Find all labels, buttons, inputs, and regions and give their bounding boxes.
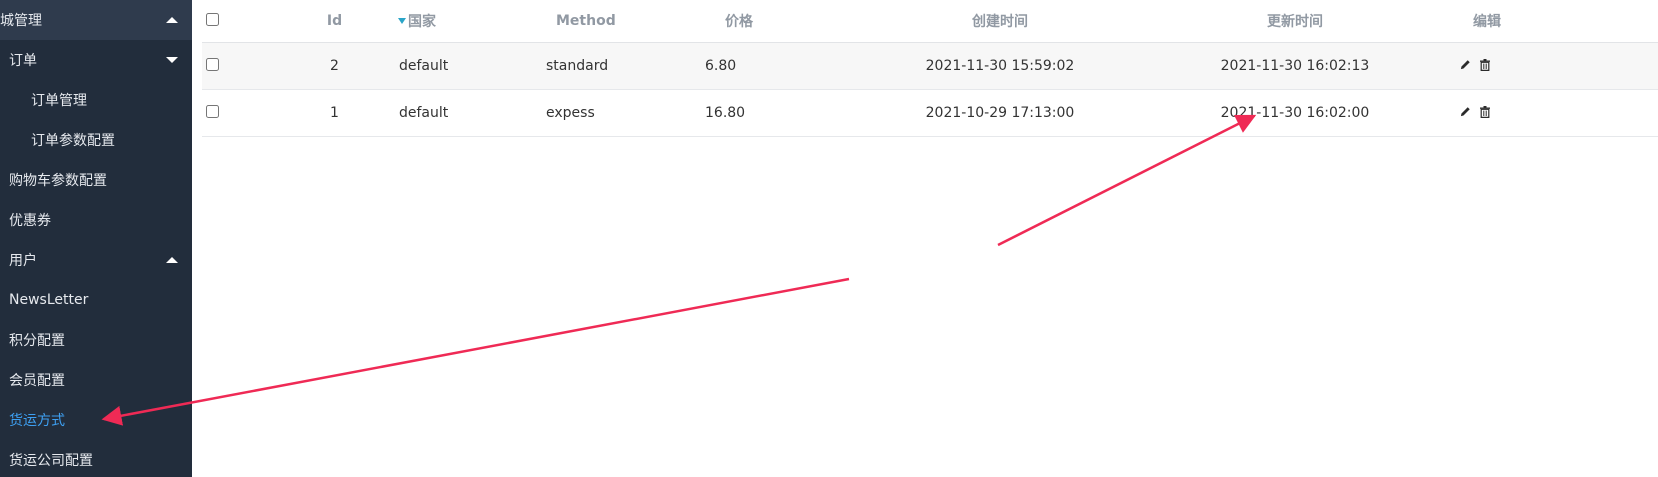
trash-icon[interactable] [1480,58,1490,71]
column-header-price[interactable]: 价格 [699,0,865,43]
column-header-country[interactable]: 国家 [397,0,542,43]
cell-created: 2021-10-29 17:13:00 [865,89,1135,137]
cell-country: default [397,42,542,90]
main-content: Id 国家 Method 价格 创建时间 更新时间 编辑 2 default s… [202,0,1658,477]
column-header-updated[interactable]: 更新时间 [1135,0,1455,43]
sidebar-item-label: NewsLetter [9,292,89,308]
cell-id: 1 [272,89,397,137]
sidebar-item-coupons[interactable]: 优惠券 [0,200,192,240]
row-select-cell [202,42,272,90]
expand-down-icon[interactable] [166,57,178,63]
sidebar-item-label: 用户 [9,253,37,269]
sidebar-item-label: 会员配置 [9,373,65,389]
column-header-id[interactable]: Id [272,0,397,43]
cell-created: 2021-11-30 15:59:02 [865,42,1135,90]
sidebar-item-member-config[interactable]: 会员配置 [0,360,192,400]
sidebar-item-label: 订单管理 [31,93,87,109]
sidebar-item-order-params[interactable]: 订单参数配置 [0,120,192,160]
pencil-icon[interactable] [1460,59,1471,70]
cell-price: 16.80 [699,89,865,137]
sidebar-item-cart-params[interactable]: 购物车参数配置 [0,160,192,200]
sidebar-item-orders[interactable]: 订单 [0,40,192,80]
sidebar-item-shipping-methods[interactable]: 货运方式 [0,400,192,440]
cell-method: standard [542,42,699,90]
row-select-cell [202,89,272,137]
sidebar: 城管理 订单 订单管理 订单参数配置 购物车参数配置 优惠券 用户 NewsLe… [0,0,192,477]
shipping-table: Id 国家 Method 价格 创建时间 更新时间 编辑 2 default s… [202,0,1658,137]
trash-icon[interactable] [1480,105,1490,118]
sidebar-item-label: 订单参数配置 [31,133,115,149]
sidebar-item-label: 积分配置 [9,333,65,349]
sidebar-section-header[interactable]: 城管理 [0,0,192,40]
cell-country: default [397,89,542,137]
sidebar-item-users[interactable]: 用户 [0,240,192,280]
sidebar-item-label: 货运方式 [9,413,65,429]
sidebar-item-label: 购物车参数配置 [9,173,107,189]
column-header-label: 国家 [408,14,436,30]
row-checkbox[interactable] [206,104,219,118]
sidebar-item-points-config[interactable]: 积分配置 [0,320,192,360]
sidebar-header-label: 城管理 [0,13,42,29]
collapse-up-icon[interactable] [166,257,178,263]
row-checkbox[interactable] [206,57,219,71]
cell-actions [1455,89,1658,137]
column-header-method[interactable]: Method [542,0,699,43]
select-all-cell [202,0,272,43]
pencil-icon[interactable] [1460,106,1471,117]
collapse-up-icon[interactable] [166,17,178,23]
column-header-edit: 编辑 [1455,0,1658,43]
select-all-checkbox[interactable] [206,12,219,26]
sidebar-item-order-management[interactable]: 订单管理 [0,80,192,120]
cell-updated: 2021-11-30 16:02:13 [1135,42,1455,90]
sort-descending-icon[interactable] [398,18,406,24]
cell-actions [1455,42,1658,90]
cell-method: expess [542,89,699,137]
sidebar-item-shipping-company-config[interactable]: 货运公司配置 [0,440,192,477]
sidebar-item-label: 订单 [9,53,37,69]
table-row: 1 default expess 16.80 2021-10-29 17:13:… [202,89,1658,137]
cell-updated: 2021-11-30 16:02:00 [1135,89,1455,137]
sidebar-item-newsletter[interactable]: NewsLetter [0,280,192,320]
table-header-row: Id 国家 Method 价格 创建时间 更新时间 编辑 [202,0,1658,43]
table-row: 2 default standard 6.80 2021-11-30 15:59… [202,42,1658,90]
sidebar-item-label: 优惠券 [9,213,51,229]
cell-price: 6.80 [699,42,865,90]
sidebar-item-label: 货运公司配置 [9,453,93,469]
column-header-created[interactable]: 创建时间 [865,0,1135,43]
cell-id: 2 [272,42,397,90]
